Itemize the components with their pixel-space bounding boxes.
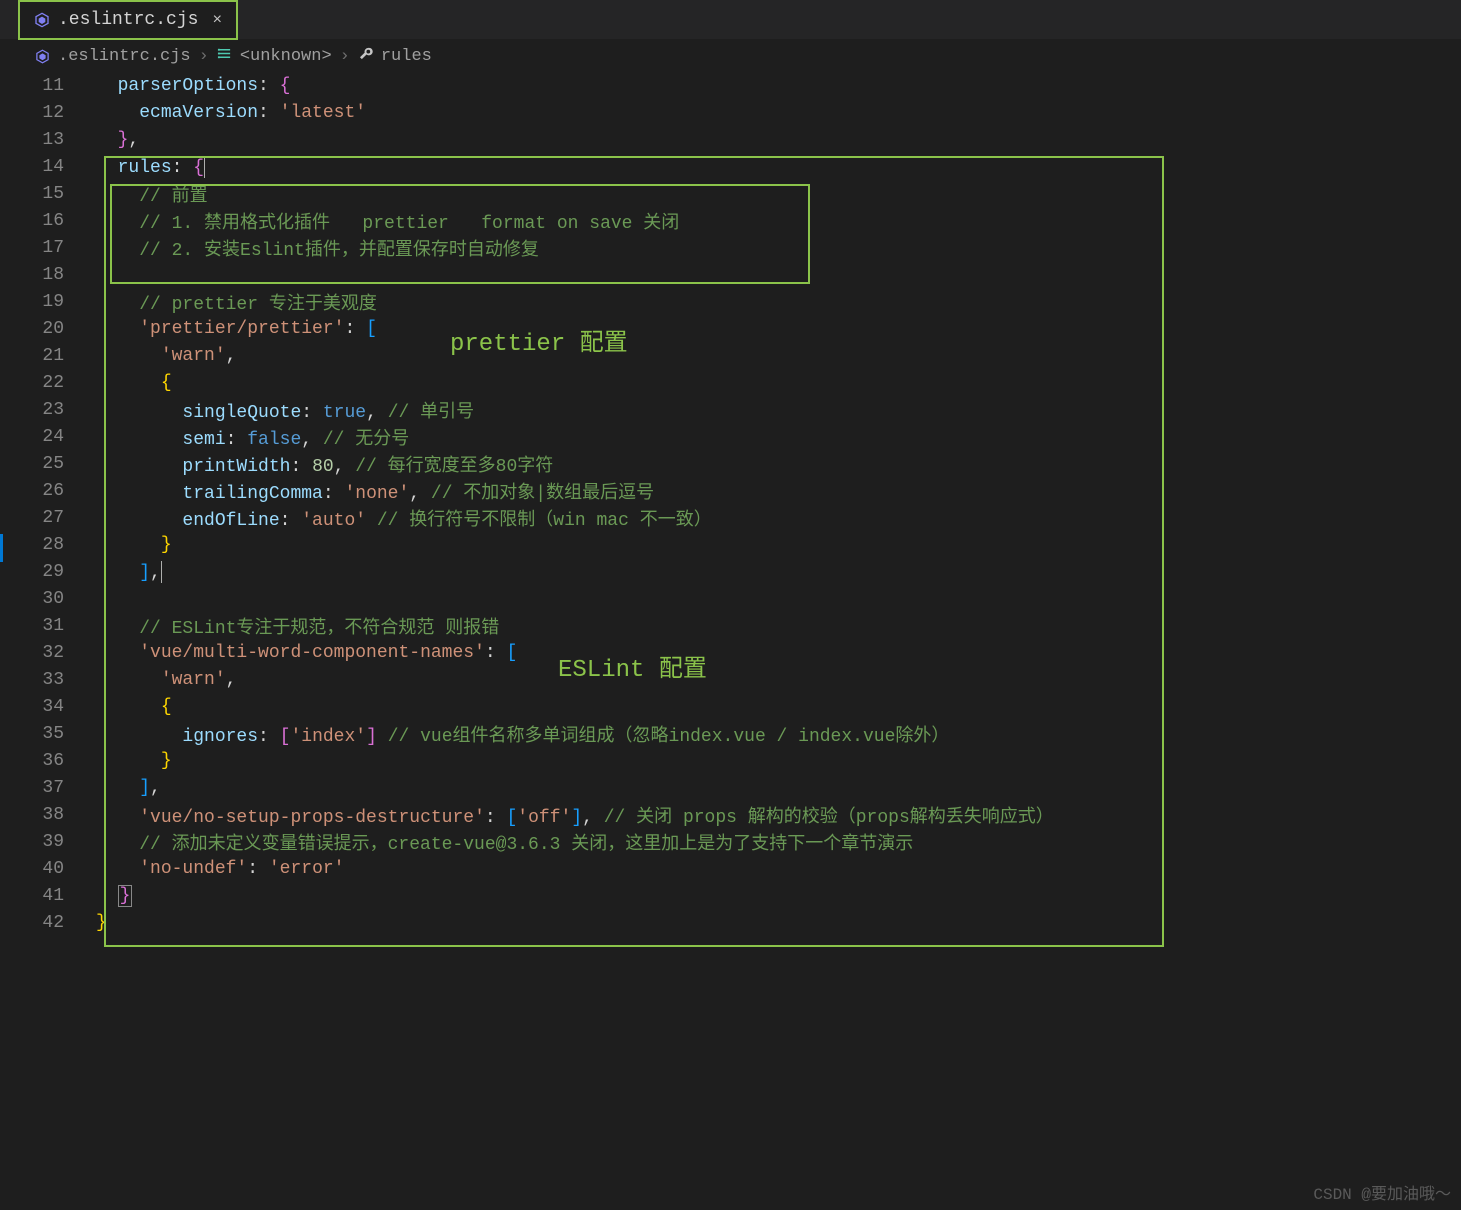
code-line: semi: false, // 无分号 (96, 424, 1461, 450)
tab-eslintrc[interactable]: .eslintrc.cjs × (18, 0, 238, 40)
line-number: 17 (0, 238, 96, 258)
text-cursor (161, 561, 162, 583)
code-line: } (96, 886, 1461, 906)
line-number: 27 (0, 508, 96, 528)
line-number: 25 (0, 454, 96, 474)
line-number: 18 (0, 265, 96, 285)
close-icon[interactable]: × (212, 11, 222, 29)
breadcrumb-symbol-2: rules (381, 47, 432, 66)
symbol-icon (217, 46, 232, 67)
line-number: 32 (0, 643, 96, 663)
line-number: 41 (0, 886, 96, 906)
line-number: 28 (0, 535, 96, 555)
chevron-right-icon: › (340, 47, 350, 66)
code-line: { (96, 697, 1461, 717)
code-line: 'warn', (96, 346, 1461, 366)
watermark: CSDN @要加油哦～ (1313, 1180, 1451, 1204)
tab-filename: .eslintrc.cjs (58, 10, 198, 30)
code-line: 'vue/no-setup-props-destructure': ['off'… (96, 802, 1461, 828)
line-number: 14 (0, 157, 96, 177)
code-line: // prettier 专注于美观度 (96, 289, 1461, 315)
code-line: parserOptions: { (96, 76, 1461, 96)
breadcrumb-file: .eslintrc.cjs (58, 47, 191, 66)
code-line: trailingComma: 'none', // 不加对象|数组最后逗号 (96, 478, 1461, 504)
line-number: 19 (0, 292, 96, 312)
code-line: ], (96, 778, 1461, 798)
breadcrumb-symbol-1: <unknown> (240, 47, 332, 66)
code-editor[interactable]: 11 parserOptions: { 12 ecmaVersion: 'lat… (0, 72, 1461, 1210)
code-line: } (96, 913, 1461, 933)
code-line: 'no-undef': 'error' (96, 859, 1461, 879)
code-line: } (96, 535, 1461, 555)
line-number: 24 (0, 427, 96, 447)
line-number: 26 (0, 481, 96, 501)
eslint-icon (34, 12, 50, 28)
tab-bar: .eslintrc.cjs × (0, 0, 1461, 40)
line-number: 22 (0, 373, 96, 393)
code-line: 'prettier/prettier': [ (96, 319, 1461, 339)
line-number: 36 (0, 751, 96, 771)
line-number: 33 (0, 670, 96, 690)
code-line: // 1. 禁用格式化插件 prettier format on save 关闭 (96, 208, 1461, 234)
code-line: { (96, 373, 1461, 393)
wrench-icon (358, 46, 373, 67)
code-line: 'vue/multi-word-component-names': [ (96, 643, 1461, 663)
line-number: 35 (0, 724, 96, 744)
line-number: 12 (0, 103, 96, 123)
line-number: 21 (0, 346, 96, 366)
code-line: endOfLine: 'auto' // 换行符号不限制（win mac 不一致… (96, 505, 1461, 531)
code-line: } (96, 751, 1461, 771)
chevron-right-icon: › (199, 47, 209, 66)
eslint-icon (34, 48, 50, 64)
code-line: 'warn', (96, 670, 1461, 690)
line-number: 29 (0, 562, 96, 582)
line-number: 30 (0, 589, 96, 609)
code-line: ecmaVersion: 'latest' (96, 103, 1461, 123)
text-cursor (204, 156, 205, 178)
line-number: 39 (0, 832, 96, 852)
line-number: 23 (0, 400, 96, 420)
code-line: // 前置 (96, 181, 1461, 207)
code-line: ignores: ['index'] // vue组件名称多单词组成（忽略ind… (96, 721, 1461, 747)
line-number: 13 (0, 130, 96, 150)
line-number: 34 (0, 697, 96, 717)
breadcrumbs[interactable]: .eslintrc.cjs › <unknown> › rules (0, 40, 1461, 72)
line-number: 38 (0, 805, 96, 825)
line-number: 42 (0, 913, 96, 933)
code-line: // ESLint专注于规范，不符合规范 则报错 (96, 613, 1461, 639)
line-number: 11 (0, 76, 96, 96)
code-line: rules: { (96, 156, 1461, 178)
line-number: 31 (0, 616, 96, 636)
line-number: 37 (0, 778, 96, 798)
code-line: ], (96, 561, 1461, 583)
line-number: 20 (0, 319, 96, 339)
code-line: singleQuote: true, // 单引号 (96, 397, 1461, 423)
code-line: // 添加未定义变量错误提示，create-vue@3.6.3 关闭，这里加上是… (96, 829, 1461, 855)
code-line: }, (96, 130, 1461, 150)
code-line: // 2. 安装Eslint插件，并配置保存时自动修复 (96, 235, 1461, 261)
line-number: 16 (0, 211, 96, 231)
code-line: printWidth: 80, // 每行宽度至多80字符 (96, 451, 1461, 477)
line-number: 15 (0, 184, 96, 204)
line-number: 40 (0, 859, 96, 879)
